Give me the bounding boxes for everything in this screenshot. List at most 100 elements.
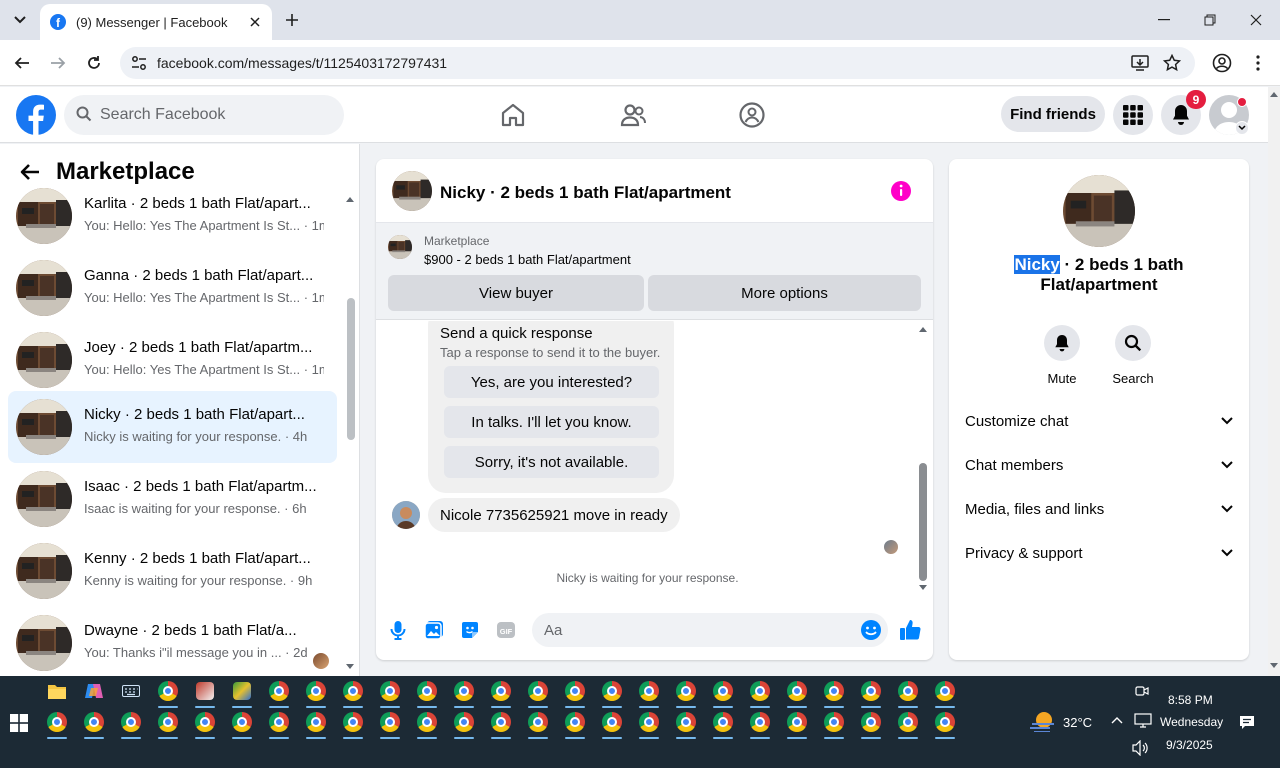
taskbar-app-chrome[interactable] [526, 679, 550, 708]
scroll-up-icon[interactable] [346, 196, 354, 202]
taskbar-app-chrome[interactable] [600, 710, 624, 739]
tab-close-icon[interactable] [246, 13, 264, 31]
meet-now-icon[interactable] [1135, 684, 1149, 698]
taskbar-app-chrome[interactable] [637, 710, 661, 739]
taskbar-app-chrome[interactable] [119, 710, 143, 739]
sticker-icon[interactable] [459, 619, 481, 641]
find-friends-button[interactable]: Find friends [1001, 96, 1105, 132]
tab-search-button[interactable] [8, 8, 32, 32]
taskbar-app-chrome[interactable] [452, 710, 476, 739]
chrome-menu-button[interactable] [1245, 50, 1271, 76]
sender-avatar[interactable] [392, 501, 420, 529]
conversation-item[interactable]: Karlita · 2 beds 1 bath Flat/apart... Yo… [8, 186, 337, 252]
copilot-icon[interactable] [82, 679, 106, 703]
taskbar-app-chrome[interactable] [304, 679, 328, 708]
taskbar-app-chrome[interactable] [822, 710, 846, 739]
taskbar-app-chrome[interactable] [526, 710, 550, 739]
taskbar-app-chrome[interactable] [452, 679, 476, 708]
taskbar-app-chrome[interactable] [785, 679, 809, 708]
message-input[interactable]: Aa [532, 613, 888, 647]
microphone-icon[interactable] [387, 619, 409, 641]
search-in-chat-button[interactable] [1115, 325, 1151, 361]
taskbar-app-chrome[interactable] [415, 710, 439, 739]
quick-response-in-talks[interactable]: In talks. I'll let you know. [444, 406, 659, 438]
info-icon[interactable] [890, 180, 912, 202]
gif-icon[interactable]: GIF [495, 619, 517, 641]
chevron-up-icon[interactable] [1111, 716, 1123, 724]
taskbar-app-chrome[interactable] [304, 710, 328, 739]
taskbar-app-chrome[interactable] [748, 679, 772, 708]
taskbar-app-chrome[interactable] [267, 679, 291, 708]
clock-time[interactable]: 8:58 PM [1168, 693, 1213, 707]
home-icon[interactable] [499, 101, 527, 129]
quick-response-yes[interactable]: Yes, are you interested? [444, 366, 659, 398]
close-window-button[interactable] [1240, 6, 1272, 34]
taskbar-app-chrome[interactable] [267, 710, 291, 739]
chrome-profile-button[interactable] [1209, 50, 1235, 76]
conversation-item[interactable]: Ganna · 2 beds 1 bath Flat/apart... You:… [8, 252, 337, 324]
taskbar-app-chrome[interactable] [637, 679, 661, 708]
message-bubble[interactable]: Nicole 7735625921 move in ready [428, 498, 680, 532]
chat-title[interactable]: Nicky · 2 beds 1 bath Flat/apartment [440, 183, 731, 203]
taskbar-app-chrome[interactable] [193, 710, 217, 739]
taskbar-app-chrome[interactable] [563, 679, 587, 708]
taskbar-app-chrome[interactable] [82, 710, 106, 739]
taskbar-app-chrome[interactable] [600, 679, 624, 708]
taskbar-app-chrome[interactable] [859, 710, 883, 739]
new-tab-button[interactable] [280, 8, 304, 32]
taskbar-app-chrome[interactable] [748, 710, 772, 739]
minimize-button[interactable] [1148, 6, 1180, 34]
view-buyer-button[interactable]: View buyer [388, 275, 644, 311]
photo-icon[interactable] [423, 619, 445, 641]
chat-scroll-thumb[interactable] [919, 463, 927, 581]
taskbar-app-chrome[interactable] [674, 679, 698, 708]
forward-button[interactable] [45, 50, 71, 76]
taskbar-app-chrome[interactable] [378, 679, 402, 708]
taskbar-app-winrar[interactable] [230, 679, 254, 708]
privacy-support-row[interactable]: Privacy & support [957, 533, 1241, 573]
chat-avatar[interactable] [392, 171, 432, 211]
sidebar-scroll-thumb[interactable] [347, 298, 355, 440]
taskbar-app-chrome[interactable] [489, 710, 513, 739]
speaker-icon[interactable] [1132, 740, 1150, 756]
taskbar-app-chrome[interactable] [933, 710, 957, 739]
mute-button[interactable] [1044, 325, 1080, 361]
taskbar-app-chrome[interactable] [785, 710, 809, 739]
media-files-links-row[interactable]: Media, files and links [957, 489, 1241, 529]
page-scrollbar[interactable] [1268, 87, 1280, 676]
conversation-item-active[interactable]: Nicky · 2 beds 1 bath Flat/apart... Nick… [8, 391, 337, 463]
taskbar-app-chrome[interactable] [489, 679, 513, 708]
scroll-up-icon[interactable] [919, 326, 927, 332]
reload-button[interactable] [81, 50, 107, 76]
taskbar-app-chrome[interactable] [674, 710, 698, 739]
restore-button[interactable] [1194, 6, 1226, 34]
windows-start-icon[interactable] [10, 714, 28, 732]
taskbar-app-chrome[interactable] [230, 710, 254, 739]
install-app-icon[interactable] [1130, 53, 1150, 73]
back-arrow-icon[interactable] [20, 163, 40, 181]
url-text[interactable]: facebook.com/messages/t/1125403172797431 [157, 55, 447, 71]
taskbar-app-chrome[interactable] [563, 710, 587, 739]
scroll-up-icon[interactable] [1270, 91, 1278, 97]
menu-button[interactable] [1113, 95, 1153, 135]
taskbar-app-other[interactable] [193, 679, 217, 708]
groups-icon[interactable] [738, 101, 766, 129]
weather-sun-icon[interactable] [1030, 710, 1056, 732]
taskbar-app-chrome[interactable] [822, 679, 846, 708]
more-options-button[interactable]: More options [648, 275, 921, 311]
bookmark-star-icon[interactable] [1162, 53, 1182, 73]
conversation-item[interactable]: Dwayne · 2 beds 1 bath Flat/a... You: Th… [8, 607, 337, 676]
taskbar-app-chrome[interactable] [341, 679, 365, 708]
account-chevron-icon[interactable] [1235, 121, 1249, 135]
notification-center-icon[interactable] [1239, 715, 1255, 731]
chat-scrollbar[interactable] [917, 323, 929, 593]
conversation-item[interactable]: Isaac · 2 beds 1 bath Flat/apartm... Isa… [8, 463, 337, 535]
back-button[interactable] [9, 50, 35, 76]
taskbar-app-chrome[interactable] [341, 710, 365, 739]
weather-temperature[interactable]: 32°C [1063, 715, 1092, 730]
listing-title[interactable]: $900 - 2 beds 1 bath Flat/apartment [424, 252, 631, 267]
taskbar-app-chrome[interactable] [896, 679, 920, 708]
taskbar-app-chrome[interactable] [933, 679, 957, 708]
clock-day[interactable]: Wednesday [1160, 715, 1223, 729]
taskbar-app-chrome[interactable] [415, 679, 439, 708]
